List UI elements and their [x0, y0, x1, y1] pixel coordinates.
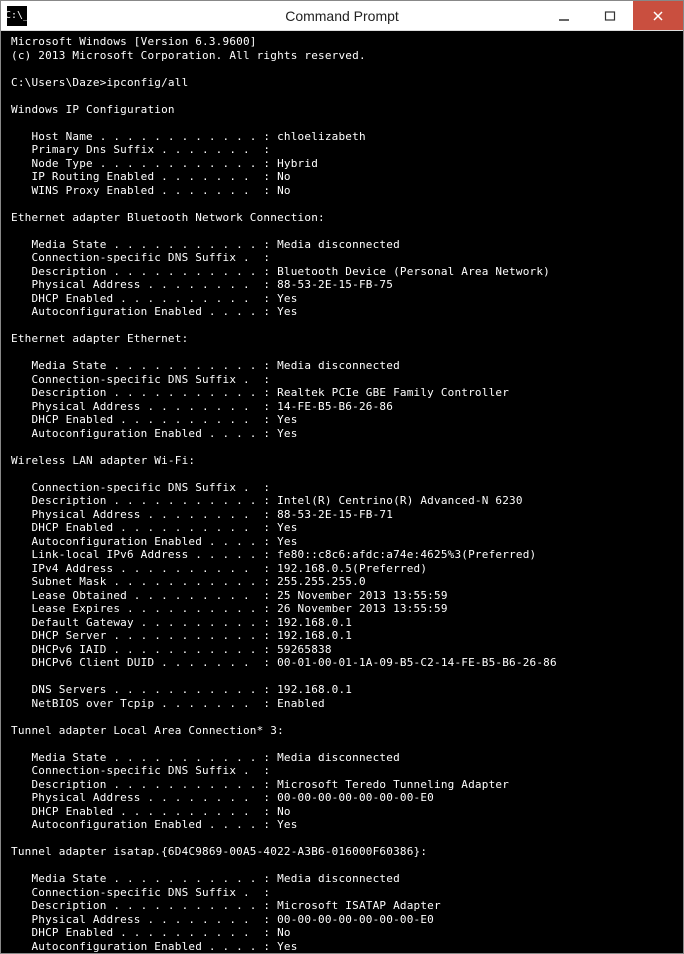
maximize-button[interactable]: [587, 1, 633, 30]
terminal-output[interactable]: Microsoft Windows [Version 6.3.9600] (c)…: [1, 31, 683, 953]
maximize-icon: [604, 10, 616, 22]
close-icon: [652, 10, 664, 22]
titlebar[interactable]: C:\_ Command Prompt: [1, 1, 683, 31]
app-icon: C:\_: [7, 6, 27, 26]
minimize-button[interactable]: [541, 1, 587, 30]
close-button[interactable]: [633, 1, 683, 30]
command-prompt-window: C:\_ Command Prompt Microsoft Windows [V…: [0, 0, 684, 954]
minimize-icon: [558, 10, 570, 22]
window-controls: [541, 1, 683, 30]
app-icon-text: C:\_: [5, 11, 29, 21]
